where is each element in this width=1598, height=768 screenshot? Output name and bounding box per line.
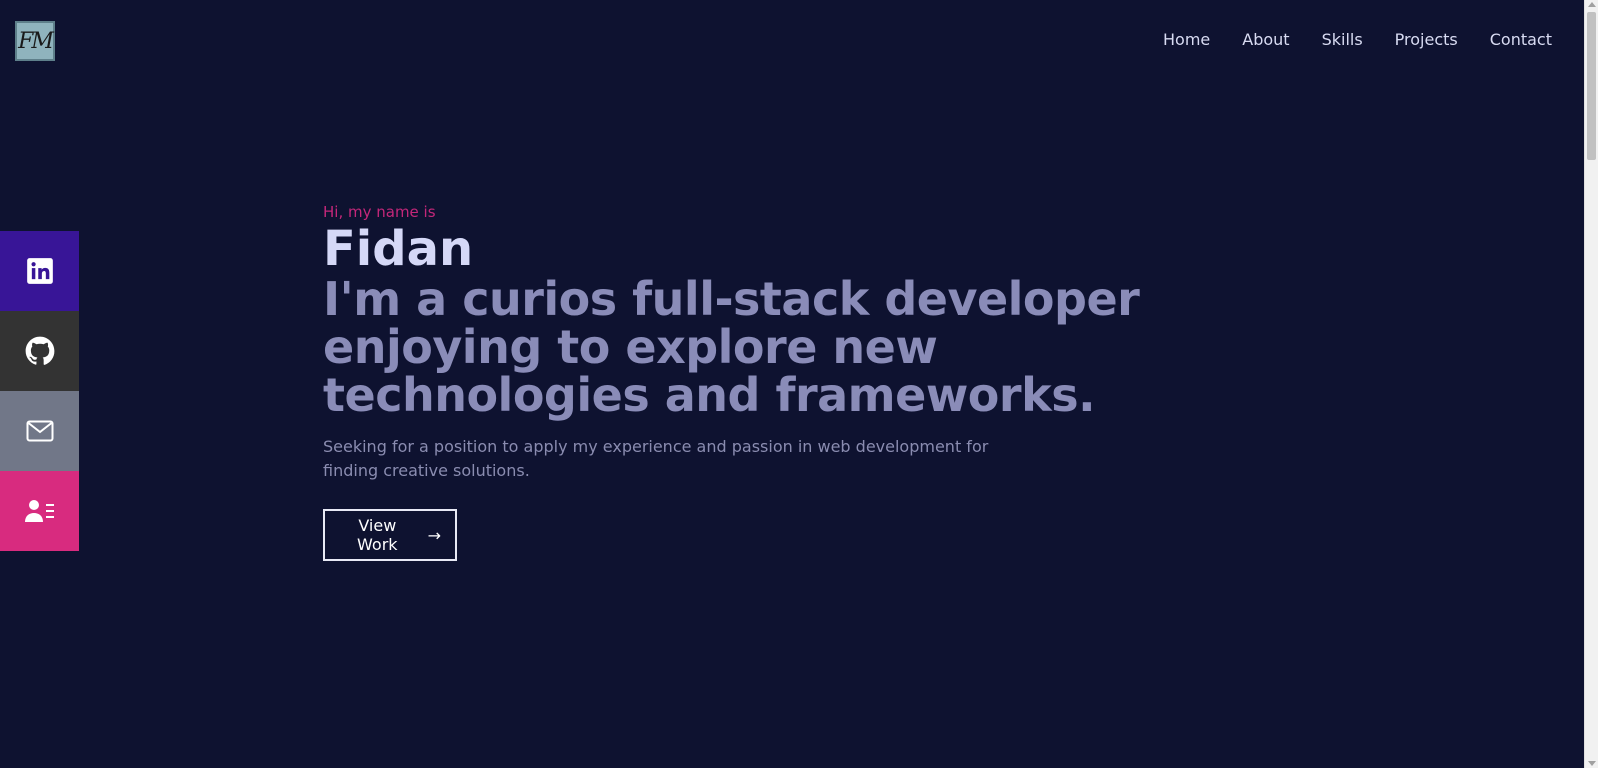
vertical-scrollbar[interactable]: [1584, 0, 1598, 768]
scroll-up-icon[interactable]: [1588, 2, 1596, 7]
github-icon: [25, 336, 55, 366]
resume-link[interactable]: [0, 471, 79, 551]
hero-description: Seeking for a position to apply my exper…: [323, 437, 989, 480]
nav-about[interactable]: About: [1242, 30, 1289, 49]
nav-contact[interactable]: Contact: [1490, 30, 1552, 49]
linkedin-icon: [26, 257, 54, 285]
logo[interactable]: FM: [15, 21, 55, 61]
email-link[interactable]: [0, 391, 79, 471]
view-work-label: View Work: [357, 516, 398, 554]
scroll-down-icon[interactable]: [1588, 761, 1596, 766]
page: FM Home About Skills Projects Contact Hi…: [0, 0, 1584, 768]
hero-section: Hi, my name is Fidan I'm a curios full-s…: [323, 203, 1223, 561]
arrow-right-icon: →: [427, 525, 441, 545]
social-sidebar: [0, 231, 79, 551]
hero-name: Fidan: [323, 221, 474, 277]
nav-home[interactable]: Home: [1163, 30, 1210, 49]
resume-icon: [24, 498, 56, 524]
nav-skills[interactable]: Skills: [1322, 30, 1363, 49]
hero-headline: I'm a curios full-stack developer enjoyi…: [323, 272, 1140, 422]
nav-projects[interactable]: Projects: [1395, 30, 1458, 49]
main-nav: Home About Skills Projects Contact: [1131, 30, 1552, 49]
scrollbar-thumb[interactable]: [1587, 12, 1596, 160]
mail-icon: [26, 420, 54, 442]
github-link[interactable]: [0, 311, 79, 391]
view-work-button[interactable]: View Work →: [323, 509, 457, 561]
linkedin-link[interactable]: [0, 231, 79, 311]
greeting-text: Hi, my name is: [323, 203, 436, 221]
